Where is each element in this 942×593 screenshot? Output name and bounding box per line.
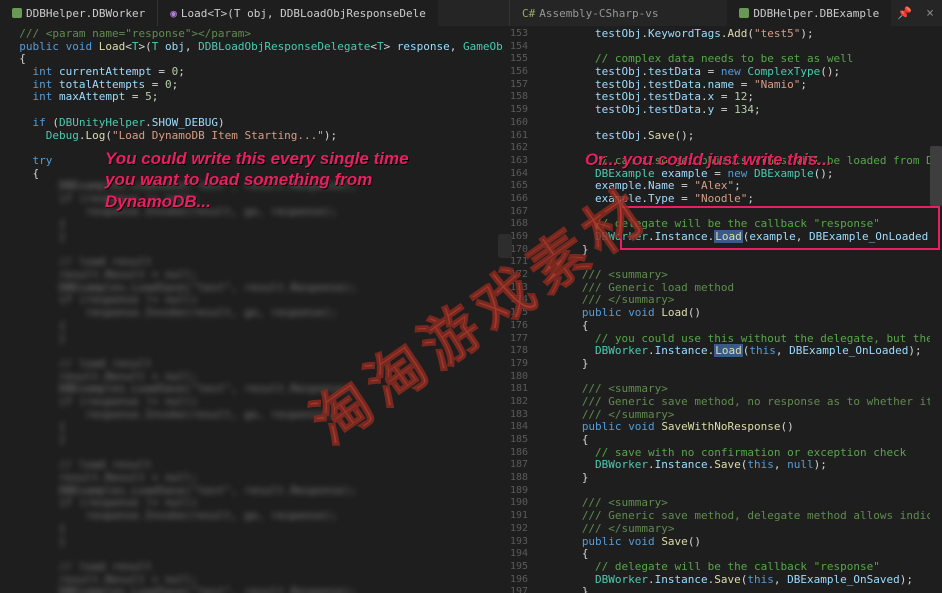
pin-icon[interactable]: 📌: [891, 6, 918, 20]
method-icon: ◉: [170, 7, 177, 20]
right-scrollbar[interactable]: [930, 26, 942, 593]
tab-method[interactable]: ◉ Load<T>(T obj, DDBLoadObjResponseDele: [157, 0, 438, 26]
right-line-gutter: 1531541551561571581591601611621631641651…: [510, 26, 536, 593]
right-code-area[interactable]: 1531541551561571581591601611621631641651…: [510, 26, 942, 593]
tab-assembly[interactable]: C# Assembly-CSharp-vs: [510, 0, 670, 26]
right-tabs: C# Assembly-CSharp-vs DDBHelper.DBExampl…: [510, 0, 942, 26]
tab-label: Assembly-CSharp-vs: [539, 7, 658, 20]
left-tabs: DDBHelper.DBWorker ◉ Load<T>(T obj, DDBL…: [0, 0, 509, 26]
right-editor-pane: C# Assembly-CSharp-vs DDBHelper.DBExampl…: [510, 0, 942, 593]
overlay-text-left: You could write this every single timeyo…: [105, 148, 409, 212]
left-editor-pane: DDBHelper.DBWorker ◉ Load<T>(T obj, DDBL…: [0, 0, 510, 593]
csharp-icon: [12, 8, 22, 18]
tab-dbexample[interactable]: DDBHelper.DBExample: [727, 0, 891, 26]
tab-label: Load<T>(T obj, DDBLoadObjResponseDele: [181, 7, 426, 20]
scrollbar-thumb[interactable]: [930, 146, 942, 206]
tab-dbworker[interactable]: DDBHelper.DBWorker: [0, 0, 157, 26]
pane-divider[interactable]: [504, 26, 510, 593]
left-code-lines[interactable]: /// <param name="response"></param> publ…: [0, 26, 509, 593]
close-icon[interactable]: ×: [918, 6, 942, 21]
pane-divider-handle[interactable]: [498, 234, 512, 258]
csharp-icon: [739, 8, 749, 18]
left-code-area[interactable]: /// <param name="response"></param> publ…: [0, 26, 509, 593]
tab-label: DDBHelper.DBWorker: [26, 7, 145, 20]
overlay-text-right: Or... you could just write this...: [585, 150, 832, 170]
csharp-icon: C#: [522, 7, 535, 20]
tab-label: DDBHelper.DBExample: [753, 7, 879, 20]
right-code-lines[interactable]: testObj.KeywordTags.Add("test5"); // com…: [536, 26, 942, 593]
